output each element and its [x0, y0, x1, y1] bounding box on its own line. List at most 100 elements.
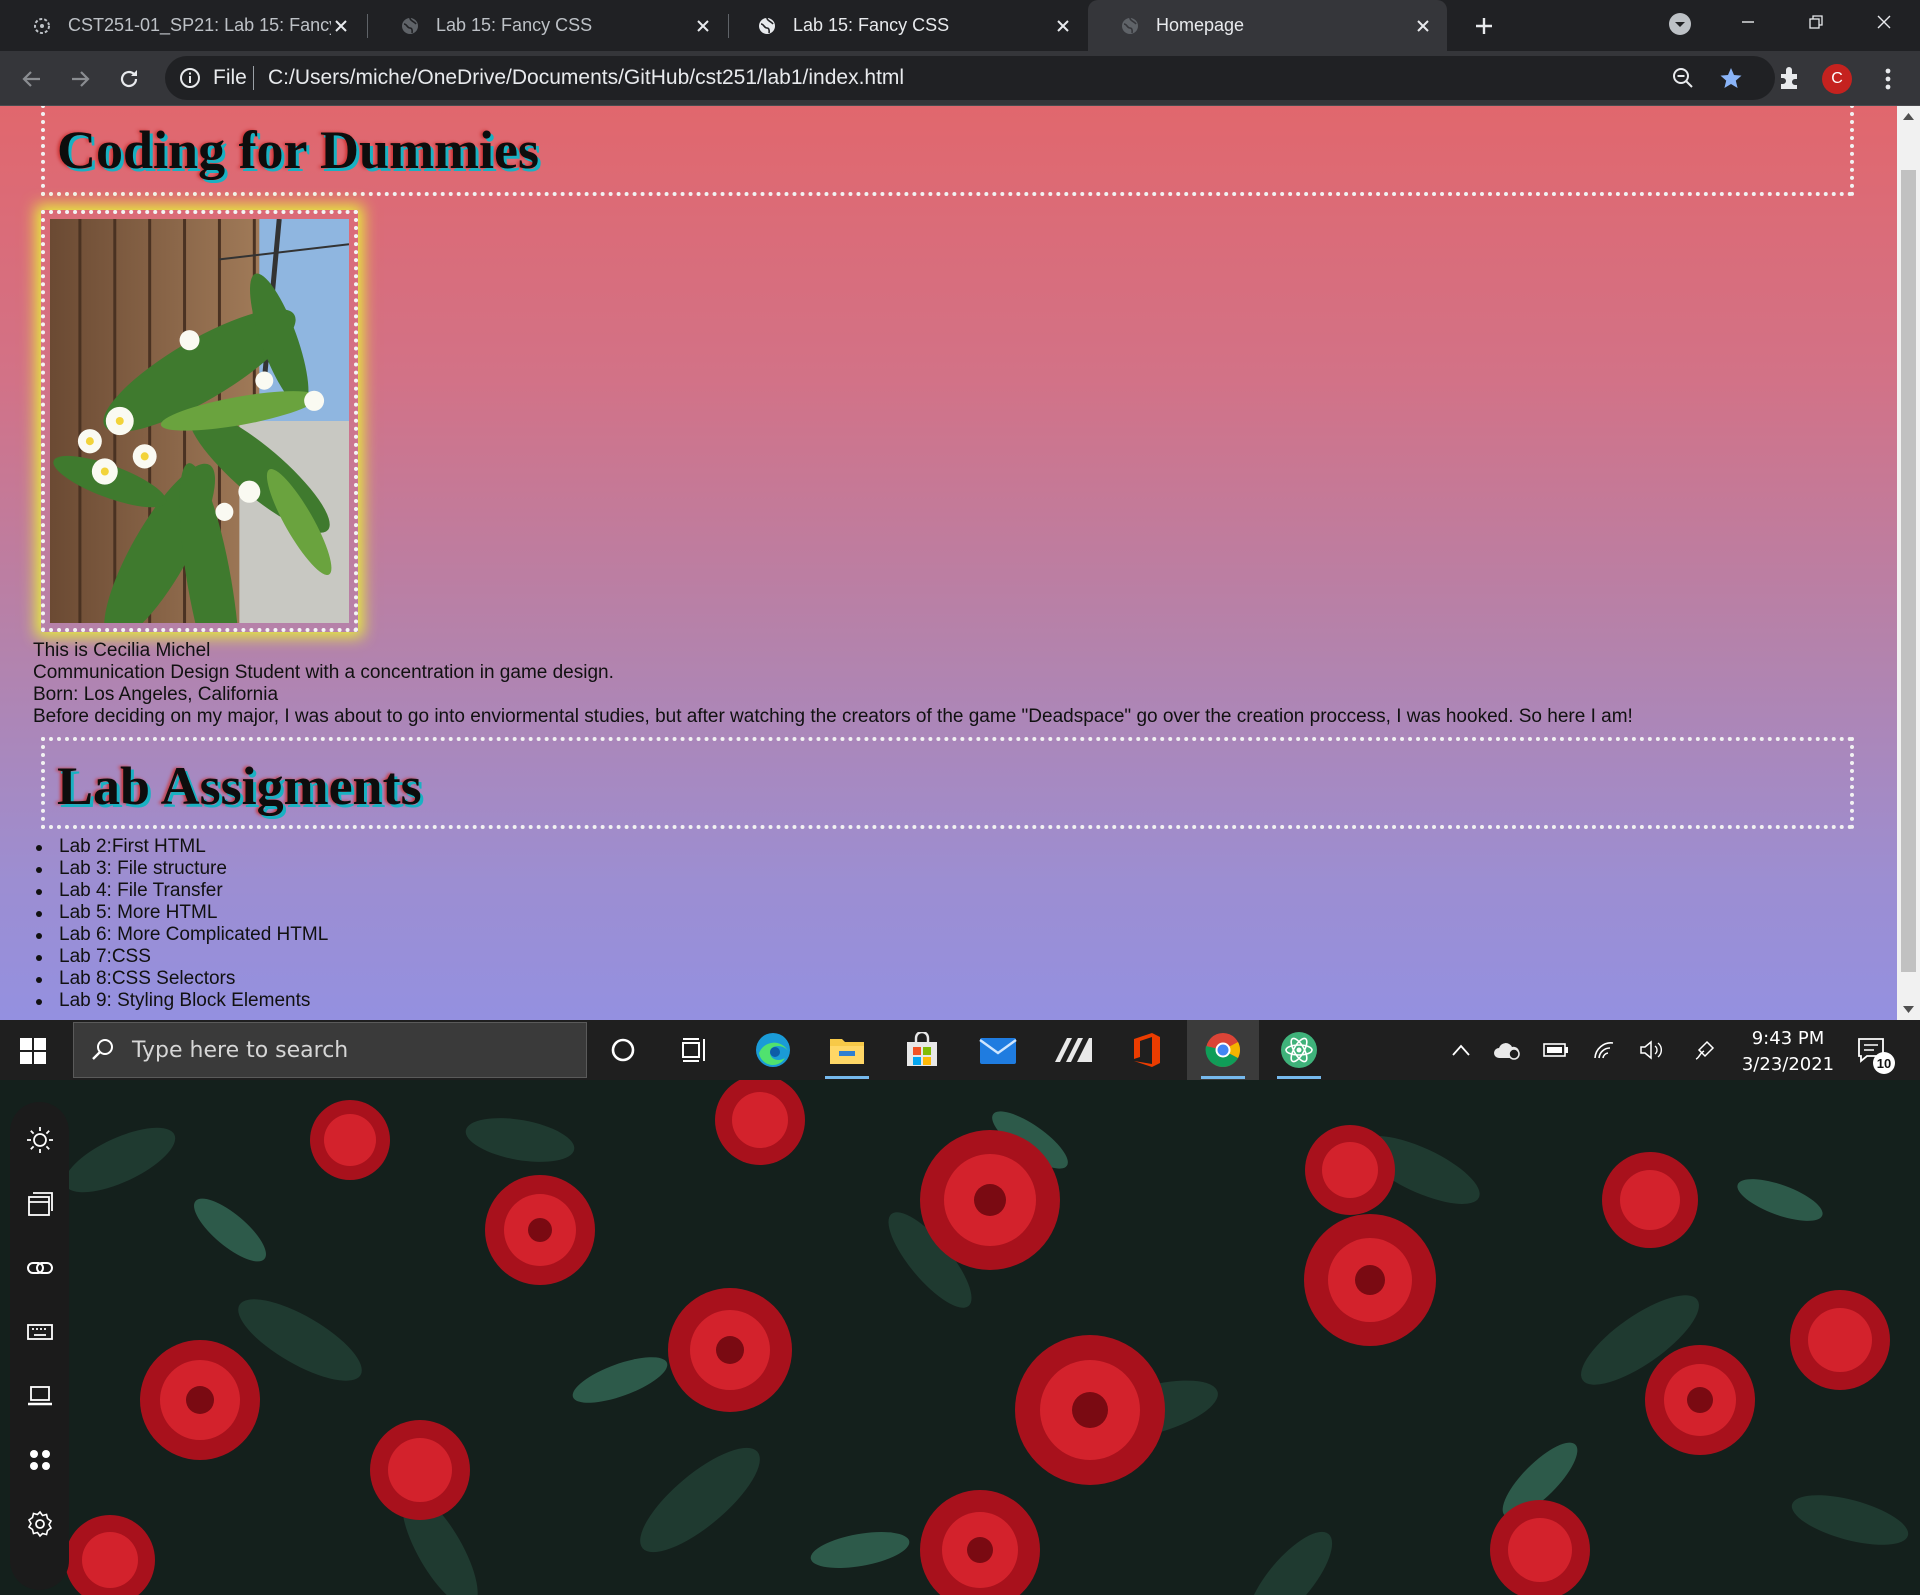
pen-tray[interactable] [1690, 1020, 1720, 1080]
list-item: Lab 4: File Transfer [33, 880, 328, 902]
page-scrollbar[interactable] [1897, 106, 1920, 1020]
labs-list: Lab 2:First HTML Lab 3: File structure L… [33, 836, 328, 1012]
bio-line: Communication Design Student with a conc… [33, 662, 614, 683]
taskbar-clock[interactable]: 9:43 PM 3/23/2021 [1733, 1026, 1843, 1078]
notification-badge: 10 [1873, 1052, 1895, 1074]
list-item: Lab 9: Styling Block Elements [33, 990, 328, 1012]
more-menu-icon[interactable] [1876, 64, 1900, 94]
tab-title: CST251-01_SP21: Lab 15: Fancy C [68, 15, 331, 35]
minimize-button[interactable] [1720, 0, 1776, 44]
page-heading: Coding for Dummies [41, 106, 1854, 196]
tab-strip: CST251-01_SP21: Lab 15: Fancy C Lab 15: … [0, 0, 1920, 51]
list-item: Lab 2:First HTML [33, 836, 328, 858]
reload-button[interactable] [114, 64, 144, 94]
new-tab-button[interactable] [1470, 12, 1498, 40]
tab-canvas[interactable]: CST251-01_SP21: Lab 15: Fancy C [0, 0, 365, 51]
cortana-icon [611, 1038, 635, 1062]
taskbar-search-box[interactable]: Type here to search [73, 1022, 587, 1078]
close-icon[interactable] [693, 16, 713, 36]
close-icon[interactable] [1053, 16, 1073, 36]
edge-icon [756, 1033, 790, 1067]
wifi-tray[interactable] [1589, 1020, 1619, 1080]
office-app[interactable] [1111, 1020, 1183, 1080]
plus-icon [1476, 18, 1492, 34]
arrow-right-icon [72, 71, 90, 87]
tab-homepage[interactable]: Homepage [1088, 0, 1447, 51]
task-view-button[interactable] [659, 1020, 731, 1080]
office-icon [1134, 1033, 1160, 1067]
arrow-left-icon [22, 71, 40, 87]
volume-icon [1640, 1040, 1662, 1060]
scroll-thumb[interactable] [1901, 170, 1916, 972]
canvas-icon [34, 17, 50, 34]
list-item: Lab 3: File structure [33, 858, 328, 880]
scroll-down-icon[interactable] [1903, 1006, 1914, 1014]
tab-title: Lab 15: Fancy CSS [436, 15, 593, 35]
web-page: Coding for Dummies This is Cecilia Miche… [0, 106, 1897, 1020]
brightness-icon[interactable] [26, 1126, 54, 1154]
onedrive-tray[interactable] [1492, 1020, 1522, 1080]
scroll-up-icon[interactable] [1903, 112, 1914, 120]
search-icon [92, 1039, 113, 1060]
tab-search-button[interactable] [1652, 2, 1708, 46]
editor-icon [1055, 1038, 1092, 1062]
close-icon [1877, 15, 1891, 29]
close-window-button[interactable] [1856, 0, 1912, 44]
quick-actions-panel [10, 1102, 69, 1590]
clock-time: 9:43 PM [1751, 1028, 1825, 1049]
windows-taskbar: Type here to search 9:43 PM 3/23/2021 10 [0, 1020, 1920, 1080]
atom-app[interactable] [1263, 1020, 1335, 1080]
zoom-icon[interactable] [1672, 67, 1694, 89]
chrome-app[interactable] [1187, 1020, 1259, 1080]
battery-tray[interactable] [1541, 1020, 1571, 1080]
forward-button[interactable] [65, 64, 95, 94]
restore-icon [1809, 15, 1823, 29]
battery-icon [1543, 1043, 1568, 1057]
minimize-icon [1742, 21, 1754, 23]
task-view-icon [682, 1038, 705, 1062]
pen-icon [1695, 1040, 1715, 1060]
profile-photo-frame [41, 210, 358, 703]
reload-icon [120, 70, 138, 88]
volume-tray[interactable] [1636, 1020, 1666, 1080]
globe-icon [1122, 17, 1138, 34]
tab-lab15-b[interactable]: Lab 15: Fancy CSS [725, 0, 1087, 51]
globe-icon [402, 17, 418, 34]
apps-icon[interactable] [26, 1446, 54, 1474]
url-text[interactable]: C:/Users/miche/OneDrive/Documents/GitHub… [268, 66, 904, 90]
tray-overflow-button[interactable] [1446, 1020, 1476, 1080]
profile-avatar[interactable]: C [1822, 64, 1852, 94]
back-button[interactable] [17, 64, 47, 94]
edge-app[interactable] [737, 1020, 809, 1080]
desktop-wallpaper [0, 1080, 1920, 1595]
tab-title: Lab 15: Fancy CSS [793, 15, 950, 35]
file-explorer-app[interactable] [811, 1020, 883, 1080]
info-icon[interactable] [179, 67, 201, 89]
settings-icon[interactable] [26, 1510, 54, 1538]
extensions-icon[interactable] [1777, 65, 1803, 91]
wifi-icon [1594, 1042, 1614, 1059]
editor-app[interactable] [1037, 1020, 1109, 1080]
link-icon[interactable] [26, 1254, 54, 1282]
windows-start-icon[interactable] [20, 1038, 46, 1064]
clock-date: 3/23/2021 [1741, 1054, 1835, 1075]
mail-icon [979, 1038, 1017, 1064]
globe-icon [759, 17, 775, 34]
bio-line: This is Cecilia Michel [33, 640, 211, 661]
tab-lab15-a[interactable]: Lab 15: Fancy CSS [368, 0, 727, 51]
store-icon [907, 1032, 937, 1066]
store-app[interactable] [886, 1020, 958, 1080]
address-bar[interactable]: File C:/Users/miche/OneDrive/Documents/G… [165, 56, 1775, 100]
mail-app[interactable] [962, 1020, 1034, 1080]
cortana-button[interactable] [587, 1020, 659, 1080]
search-placeholder: Type here to search [132, 1038, 349, 1063]
bookmark-star-icon[interactable] [1719, 66, 1743, 90]
window-icon[interactable] [26, 1190, 54, 1218]
restore-button[interactable] [1788, 0, 1844, 44]
laptop-icon[interactable] [26, 1382, 54, 1410]
close-icon[interactable] [1413, 16, 1433, 36]
close-icon[interactable] [331, 16, 351, 36]
keyboard-icon[interactable] [26, 1318, 54, 1346]
labs-heading: Lab Assigments [41, 737, 1854, 829]
chevron-down-icon [1669, 13, 1691, 35]
